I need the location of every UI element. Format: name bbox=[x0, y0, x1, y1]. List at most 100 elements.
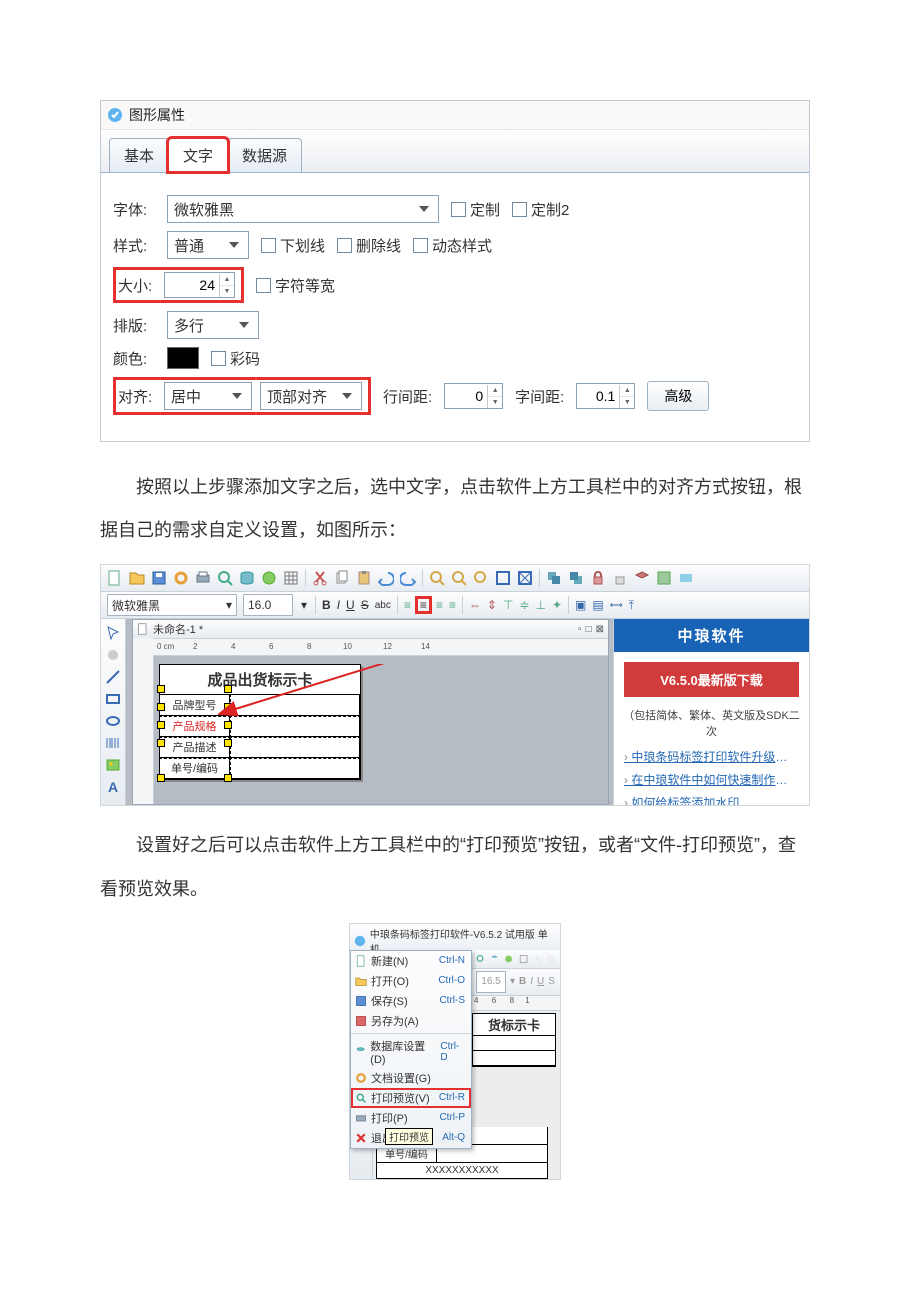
underline-button[interactable]: U bbox=[537, 976, 544, 987]
globe-icon[interactable] bbox=[504, 953, 513, 965]
line-spacing-spinner[interactable]: ▲▼ bbox=[444, 383, 503, 409]
center-icon[interactable]: ✦ bbox=[552, 598, 562, 612]
snap-icon[interactable] bbox=[656, 570, 672, 586]
menu-item-saveas[interactable]: 另存为(A) bbox=[351, 1011, 471, 1031]
spinner-arrows[interactable]: ▲▼ bbox=[619, 385, 634, 408]
checkbox-strike[interactable]: 删除线 bbox=[337, 235, 401, 256]
save-icon[interactable] bbox=[151, 570, 167, 586]
advanced-button[interactable]: 高级 bbox=[647, 381, 709, 411]
image-tool-icon[interactable] bbox=[105, 757, 121, 773]
menu-item-preview[interactable]: 打印预览(V)Ctrl-R bbox=[351, 1088, 471, 1108]
align-middle-icon[interactable]: ≑ bbox=[519, 598, 529, 612]
color-swatch[interactable] bbox=[167, 347, 199, 369]
line-spacing-input[interactable] bbox=[445, 385, 487, 407]
distribute-v-icon[interactable]: ⇕ bbox=[487, 598, 497, 612]
grid-icon[interactable] bbox=[283, 570, 299, 586]
spinner-arrows[interactable]: ▲▼ bbox=[487, 385, 502, 408]
line-tool-icon[interactable] bbox=[105, 669, 121, 685]
copy-icon[interactable] bbox=[334, 570, 350, 586]
side-link[interactable]: 在中琅软件中如何快速制作流水 bbox=[624, 768, 799, 791]
size-spinner[interactable]: ▲▼ bbox=[164, 272, 235, 298]
distribute-h-icon[interactable]: ⇔ bbox=[469, 598, 481, 612]
cell-brand-value[interactable] bbox=[230, 695, 360, 716]
cut-icon[interactable] bbox=[312, 570, 328, 586]
cut-icon[interactable] bbox=[533, 953, 542, 965]
char-spacing-spinner[interactable]: ▲▼ bbox=[576, 383, 635, 409]
print-icon[interactable] bbox=[195, 570, 211, 586]
strike-button[interactable]: S bbox=[361, 598, 369, 612]
text-tool-icon[interactable]: A bbox=[108, 779, 118, 795]
preview-icon[interactable] bbox=[217, 570, 233, 586]
strike-button[interactable]: S bbox=[548, 976, 555, 987]
bold-button[interactable]: B bbox=[519, 976, 526, 987]
menu-item-exit[interactable]: 退出Alt-Q 打印预览 bbox=[351, 1128, 471, 1148]
bold-button[interactable]: B bbox=[322, 598, 331, 612]
chevron-down-icon[interactable]: ▾ bbox=[299, 598, 309, 612]
side-link[interactable]: 如何给标签添加水印 bbox=[624, 791, 799, 806]
checkbox-underline[interactable]: 下划线 bbox=[261, 235, 325, 256]
char-spacing-input[interactable] bbox=[577, 385, 619, 407]
align-right-button[interactable]: ≡ bbox=[436, 598, 443, 612]
align-left-button[interactable]: ≡ bbox=[404, 598, 411, 612]
flip-v-icon[interactable]: ⤒ bbox=[629, 598, 634, 613]
cell-desc-label[interactable]: 产品描述 bbox=[160, 737, 230, 758]
side-link[interactable]: 中琅条码标签打印软件升级内容 bbox=[624, 745, 799, 768]
front-icon[interactable] bbox=[546, 570, 562, 586]
chevron-down-icon[interactable]: ▾ bbox=[510, 976, 515, 987]
ungroup-icon[interactable]: ▤ bbox=[592, 598, 603, 612]
font-select[interactable]: 微软雅黑 bbox=[167, 195, 439, 223]
menu-item-db[interactable]: 数据库设置(D)Ctrl-D bbox=[351, 1036, 471, 1068]
grid-icon[interactable] bbox=[519, 953, 528, 965]
italic-button[interactable]: I bbox=[337, 598, 340, 612]
tab-text[interactable]: 文字 bbox=[168, 138, 228, 172]
db-icon[interactable] bbox=[239, 570, 255, 586]
new-icon[interactable] bbox=[107, 570, 123, 586]
preview-icon[interactable] bbox=[476, 953, 485, 965]
checkbox-monospace[interactable]: 字符等宽 bbox=[256, 275, 335, 296]
undo-icon[interactable] bbox=[378, 570, 394, 586]
db-icon[interactable] bbox=[490, 953, 499, 965]
font-name-combo[interactable]: 微软雅黑 ▾ bbox=[107, 594, 237, 616]
align-bottom-icon[interactable]: ⊥ bbox=[536, 598, 546, 612]
open-icon[interactable] bbox=[129, 570, 145, 586]
align-center-button[interactable]: ≡ bbox=[417, 598, 430, 612]
menu-item-print[interactable]: 打印(P)Ctrl-P bbox=[351, 1108, 471, 1128]
fit-width-icon[interactable] bbox=[495, 570, 511, 586]
lock-icon[interactable] bbox=[590, 570, 606, 586]
align-v-select[interactable]: 顶部对齐 bbox=[260, 382, 362, 410]
underline-button[interactable]: U bbox=[346, 598, 355, 612]
fit-height-icon[interactable] bbox=[517, 570, 533, 586]
checkbox-custom2[interactable]: 定制2 bbox=[512, 199, 569, 220]
globe-icon[interactable] bbox=[261, 570, 277, 586]
cell-code-value[interactable] bbox=[230, 758, 360, 779]
cell-spec-value[interactable] bbox=[230, 716, 360, 737]
redo-icon[interactable] bbox=[400, 570, 416, 586]
download-button[interactable]: V6.5.0最新版下载 bbox=[624, 662, 799, 697]
cell-desc-value[interactable] bbox=[230, 737, 360, 758]
rect-tool-icon[interactable] bbox=[105, 691, 121, 707]
tab-datasource[interactable]: 数据源 bbox=[227, 138, 302, 172]
layer-icon[interactable] bbox=[634, 570, 650, 586]
italic-button[interactable]: I bbox=[530, 976, 533, 987]
barcode-tool-icon[interactable] bbox=[105, 735, 121, 751]
zoom-in-icon[interactable] bbox=[429, 570, 445, 586]
checkbox-dynamic[interactable]: 动态样式 bbox=[413, 235, 492, 256]
font-size-display[interactable]: 16.5 bbox=[476, 971, 506, 993]
zoom-fit-icon[interactable] bbox=[473, 570, 489, 586]
cell-spec-label[interactable]: 产品规格 bbox=[160, 716, 230, 737]
menu-item-open[interactable]: 打开(O)Ctrl-O bbox=[351, 971, 471, 991]
menu-item-save[interactable]: 保存(S)Ctrl-S bbox=[351, 991, 471, 1011]
pointer-tool-icon[interactable] bbox=[105, 625, 121, 641]
group-icon[interactable]: ▣ bbox=[575, 598, 586, 612]
checkbox-custom1[interactable]: 定制 bbox=[451, 199, 500, 220]
menu-item-new[interactable]: 新建(N)Ctrl-N bbox=[351, 951, 471, 971]
menu-item-docset[interactable]: 文档设置(G) bbox=[351, 1068, 471, 1088]
font-size-combo[interactable]: 16.0 bbox=[243, 594, 293, 616]
tab-basic[interactable]: 基本 bbox=[109, 138, 169, 172]
zoom-out-icon[interactable] bbox=[451, 570, 467, 586]
unlock-icon[interactable] bbox=[612, 570, 628, 586]
cell-code-label[interactable]: 单号/编码 bbox=[160, 758, 230, 779]
more-icon[interactable] bbox=[678, 570, 694, 586]
spinner-arrows[interactable]: ▲▼ bbox=[219, 274, 234, 297]
cell-brand-label[interactable]: 品牌型号 bbox=[160, 695, 230, 716]
